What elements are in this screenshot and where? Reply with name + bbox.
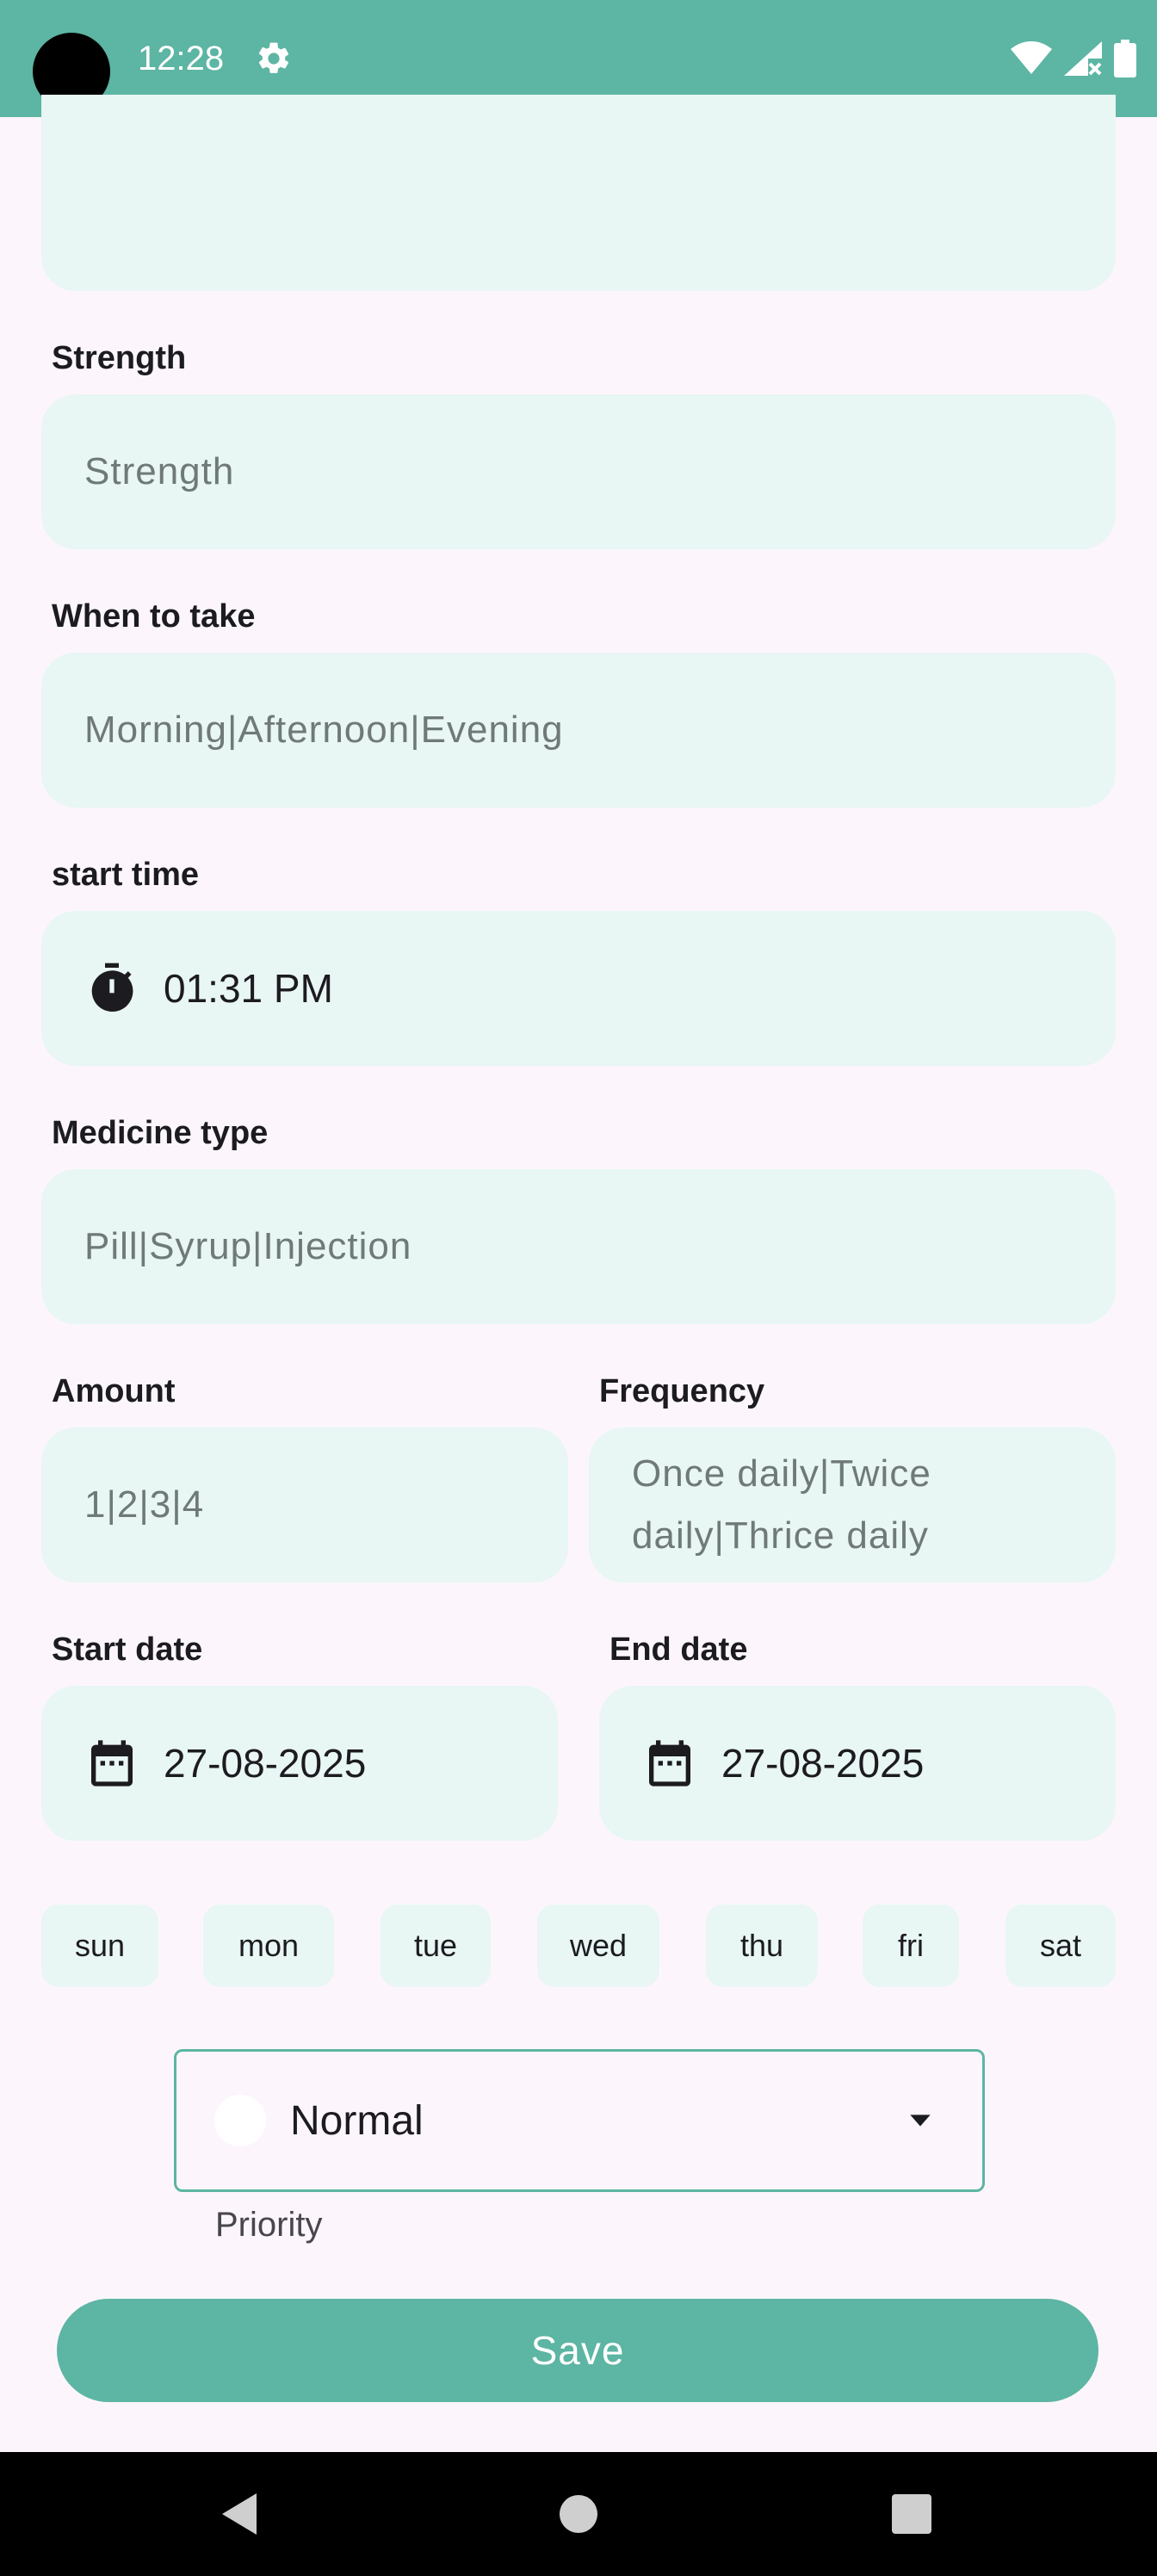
add-medicine-screen: 12:28 Strength Strength When to take Mor… xyxy=(0,0,1157,2576)
strength-placeholder: Strength xyxy=(84,450,235,492)
start-date-field[interactable]: 27-08-2025 xyxy=(41,1686,558,1841)
day-chip-sat[interactable]: sat xyxy=(1005,1904,1116,1987)
top-partial-field[interactable] xyxy=(41,95,1116,291)
when-to-take-label: When to take xyxy=(52,598,256,635)
amount-placeholder: 1|2|3|4 xyxy=(84,1483,205,1526)
day-chip-thu[interactable]: thu xyxy=(706,1904,818,1987)
amount-field[interactable]: 1|2|3|4 xyxy=(41,1427,568,1582)
start-date-label: Start date xyxy=(52,1632,203,1668)
strength-field[interactable]: Strength xyxy=(41,394,1116,549)
medicine-type-field[interactable]: Pill|Syrup|Injection xyxy=(41,1169,1116,1324)
dropdown-arrow-icon xyxy=(910,2115,931,2127)
timer-icon xyxy=(91,963,133,1012)
day-chip-mon[interactable]: mon xyxy=(203,1904,334,1987)
priority-dropdown[interactable]: Normal xyxy=(174,2049,985,2192)
when-to-take-field[interactable]: Morning|Afternoon|Evening xyxy=(41,653,1116,808)
status-time: 12:28 xyxy=(138,40,225,77)
start-time-value: 01:31 PM xyxy=(164,966,333,1011)
frequency-placeholder-line1: Once daily|Twice xyxy=(632,1452,931,1495)
home-nav-button[interactable] xyxy=(560,2452,597,2576)
frequency-field[interactable]: Once daily|Twice daily|Thrice daily xyxy=(589,1427,1116,1582)
when-to-take-placeholder: Morning|Afternoon|Evening xyxy=(84,709,564,751)
day-chip-tue[interactable]: tue xyxy=(381,1904,491,1987)
frequency-label: Frequency xyxy=(599,1373,765,1409)
start-time-label: start time xyxy=(52,857,200,893)
gear-icon xyxy=(258,42,289,73)
day-chip-wed[interactable]: wed xyxy=(537,1904,659,1987)
back-nav-button[interactable] xyxy=(219,2452,260,2576)
medicine-type-placeholder: Pill|Syrup|Injection xyxy=(84,1225,412,1267)
battery-icon xyxy=(1114,40,1136,77)
wifi-icon xyxy=(1011,41,1052,74)
calendar-icon xyxy=(649,1740,690,1786)
end-date-field[interactable]: 27-08-2025 xyxy=(599,1686,1116,1841)
back-icon xyxy=(222,2493,257,2535)
recents-icon xyxy=(892,2494,931,2534)
calendar-icon xyxy=(91,1740,133,1786)
save-button[interactable]: Save xyxy=(57,2299,1098,2402)
start-date-value: 27-08-2025 xyxy=(164,1741,367,1786)
medicine-type-label: Medicine type xyxy=(52,1115,269,1151)
end-date-label: End date xyxy=(609,1632,748,1668)
day-chip-sun[interactable]: sun xyxy=(41,1904,158,1987)
navigation-bar xyxy=(0,2452,1157,2576)
recents-nav-button[interactable] xyxy=(892,2452,931,2576)
strength-label: Strength xyxy=(52,340,187,376)
end-date-value: 27-08-2025 xyxy=(721,1741,925,1786)
frequency-placeholder-line2: daily|Thrice daily xyxy=(632,1514,929,1557)
priority-value: Normal xyxy=(290,2097,424,2144)
signal-icon xyxy=(1064,41,1102,76)
priority-label: Priority xyxy=(215,2206,323,2244)
home-icon xyxy=(560,2495,597,2533)
priority-color-dot xyxy=(214,2095,266,2146)
amount-label: Amount xyxy=(52,1373,176,1409)
day-chip-fri[interactable]: fri xyxy=(863,1904,959,1987)
start-time-field[interactable]: 01:31 PM xyxy=(41,911,1116,1066)
